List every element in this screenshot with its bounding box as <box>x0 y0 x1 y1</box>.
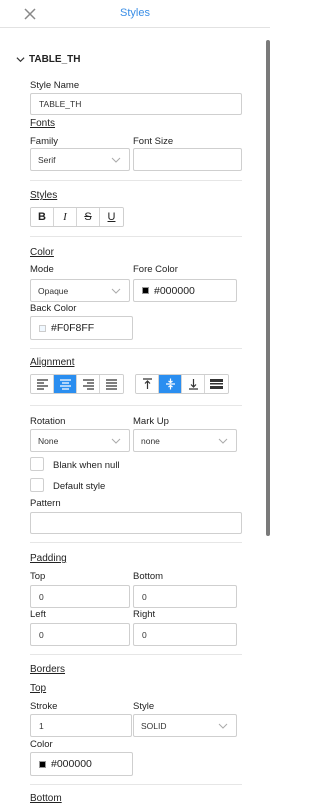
panel-header: Styles <box>0 0 270 28</box>
fore-color-label: Fore Color <box>133 264 178 275</box>
blank-when-null-label: Blank when null <box>53 460 120 471</box>
family-label: Family <box>30 136 58 147</box>
padding-top-input[interactable]: 0 <box>30 585 130 608</box>
chevron-down-icon <box>16 56 25 62</box>
align-justify-button[interactable] <box>100 375 123 393</box>
border-style-value: SOLID <box>141 720 167 731</box>
blank-when-null-checkbox[interactable] <box>30 457 44 471</box>
divider <box>30 236 242 237</box>
align-center-button[interactable] <box>54 375 77 393</box>
vertical-align-group <box>135 374 229 394</box>
markup-label: Mark Up <box>133 416 169 427</box>
color-title: Color <box>30 247 54 258</box>
align-left-button[interactable] <box>31 375 54 393</box>
rotation-value: None <box>38 435 59 446</box>
rotation-label: Rotation <box>30 416 66 427</box>
align-top-button[interactable] <box>136 375 159 393</box>
section-title: TABLE_TH <box>29 53 81 65</box>
text-style-group: B I S U <box>30 207 124 227</box>
rotation-select[interactable]: None <box>30 429 130 452</box>
divider <box>30 180 242 181</box>
borders-title: Borders <box>30 664 66 675</box>
strikethrough-button[interactable]: S <box>77 208 100 226</box>
font-size-label: Font Size <box>133 136 174 147</box>
align-stretch-button[interactable] <box>205 375 228 393</box>
fore-color-swatch[interactable] <box>142 287 149 294</box>
default-style-label: Default style <box>53 481 106 492</box>
padding-left-input[interactable]: 0 <box>30 623 130 646</box>
styles-title: Styles <box>30 190 58 201</box>
border-style-label: Style <box>133 701 155 712</box>
align-bottom-icon <box>188 379 198 390</box>
padding-left-label: Left <box>30 609 46 620</box>
underline-button[interactable]: U <box>100 208 123 226</box>
align-bottom-button[interactable] <box>182 375 205 393</box>
stroke-input[interactable]: 1 <box>30 714 132 737</box>
back-color-swatch[interactable] <box>39 324 46 332</box>
padding-right-input[interactable]: 0 <box>133 623 237 646</box>
border-color-label: Color <box>30 739 53 750</box>
padding-title: Padding <box>30 553 67 564</box>
fore-color-input[interactable]: #000000 <box>133 279 237 302</box>
markup-select[interactable]: none <box>133 429 237 452</box>
bold-button[interactable]: B <box>31 208 54 226</box>
align-middle-icon <box>165 378 175 390</box>
markup-value: none <box>141 435 160 446</box>
border-style-select[interactable]: SOLID <box>133 714 237 737</box>
align-right-icon <box>82 379 94 390</box>
borders-bottom-title: Bottom <box>30 793 62 804</box>
chevron-down-icon <box>218 438 228 444</box>
padding-right-label: Right <box>133 609 156 620</box>
padding-bottom-label: Bottom <box>133 571 164 582</box>
padding-bottom-input[interactable]: 0 <box>133 585 237 608</box>
border-color-input[interactable]: #000000 <box>30 752 133 776</box>
chevron-down-icon <box>111 438 121 444</box>
font-size-input[interactable] <box>133 148 242 171</box>
style-name-input[interactable]: TABLE_TH <box>30 93 242 115</box>
italic-button[interactable]: I <box>54 208 77 226</box>
divider <box>30 348 242 349</box>
color-mode-value: Opaque <box>38 285 69 296</box>
padding-top-label: Top <box>30 571 46 582</box>
align-right-button[interactable] <box>77 375 100 393</box>
default-style-checkbox[interactable] <box>30 478 44 492</box>
section-toggle[interactable]: TABLE_TH <box>16 52 80 66</box>
back-color-value: #F0F8FF <box>51 322 95 334</box>
align-top-icon <box>142 378 152 389</box>
borders-top-title: Top <box>30 683 47 694</box>
chevron-down-icon <box>111 157 121 163</box>
scrollbar[interactable] <box>266 40 270 536</box>
divider <box>30 405 242 406</box>
divider <box>30 784 242 785</box>
stroke-label: Stroke <box>30 701 58 712</box>
align-middle-button[interactable] <box>159 375 182 393</box>
fonts-title: Fonts <box>30 118 56 129</box>
chevron-down-icon <box>111 288 121 294</box>
color-mode-select[interactable]: Opaque <box>30 279 130 302</box>
alignment-title: Alignment <box>30 357 75 368</box>
style-name-label: Style Name <box>30 80 80 91</box>
chevron-down-icon <box>218 723 228 729</box>
align-justify-icon <box>106 379 117 390</box>
divider <box>30 542 242 543</box>
border-color-value: #000000 <box>51 758 92 770</box>
font-family-select[interactable]: Serif <box>30 148 130 171</box>
align-left-icon <box>36 379 48 390</box>
panel-title: Styles <box>120 7 150 19</box>
horizontal-align-group <box>30 374 124 394</box>
back-color-label: Back Color <box>30 303 77 314</box>
back-color-input[interactable]: #F0F8FF <box>30 316 133 340</box>
align-center-icon <box>59 379 71 390</box>
pattern-input[interactable] <box>30 512 242 534</box>
font-family-value: Serif <box>38 154 56 165</box>
fore-color-value: #000000 <box>154 284 195 297</box>
border-color-swatch[interactable] <box>39 760 46 768</box>
mode-label: Mode <box>30 264 54 275</box>
pattern-label: Pattern <box>30 498 61 509</box>
align-stretch-icon <box>210 379 223 389</box>
divider <box>30 654 242 655</box>
